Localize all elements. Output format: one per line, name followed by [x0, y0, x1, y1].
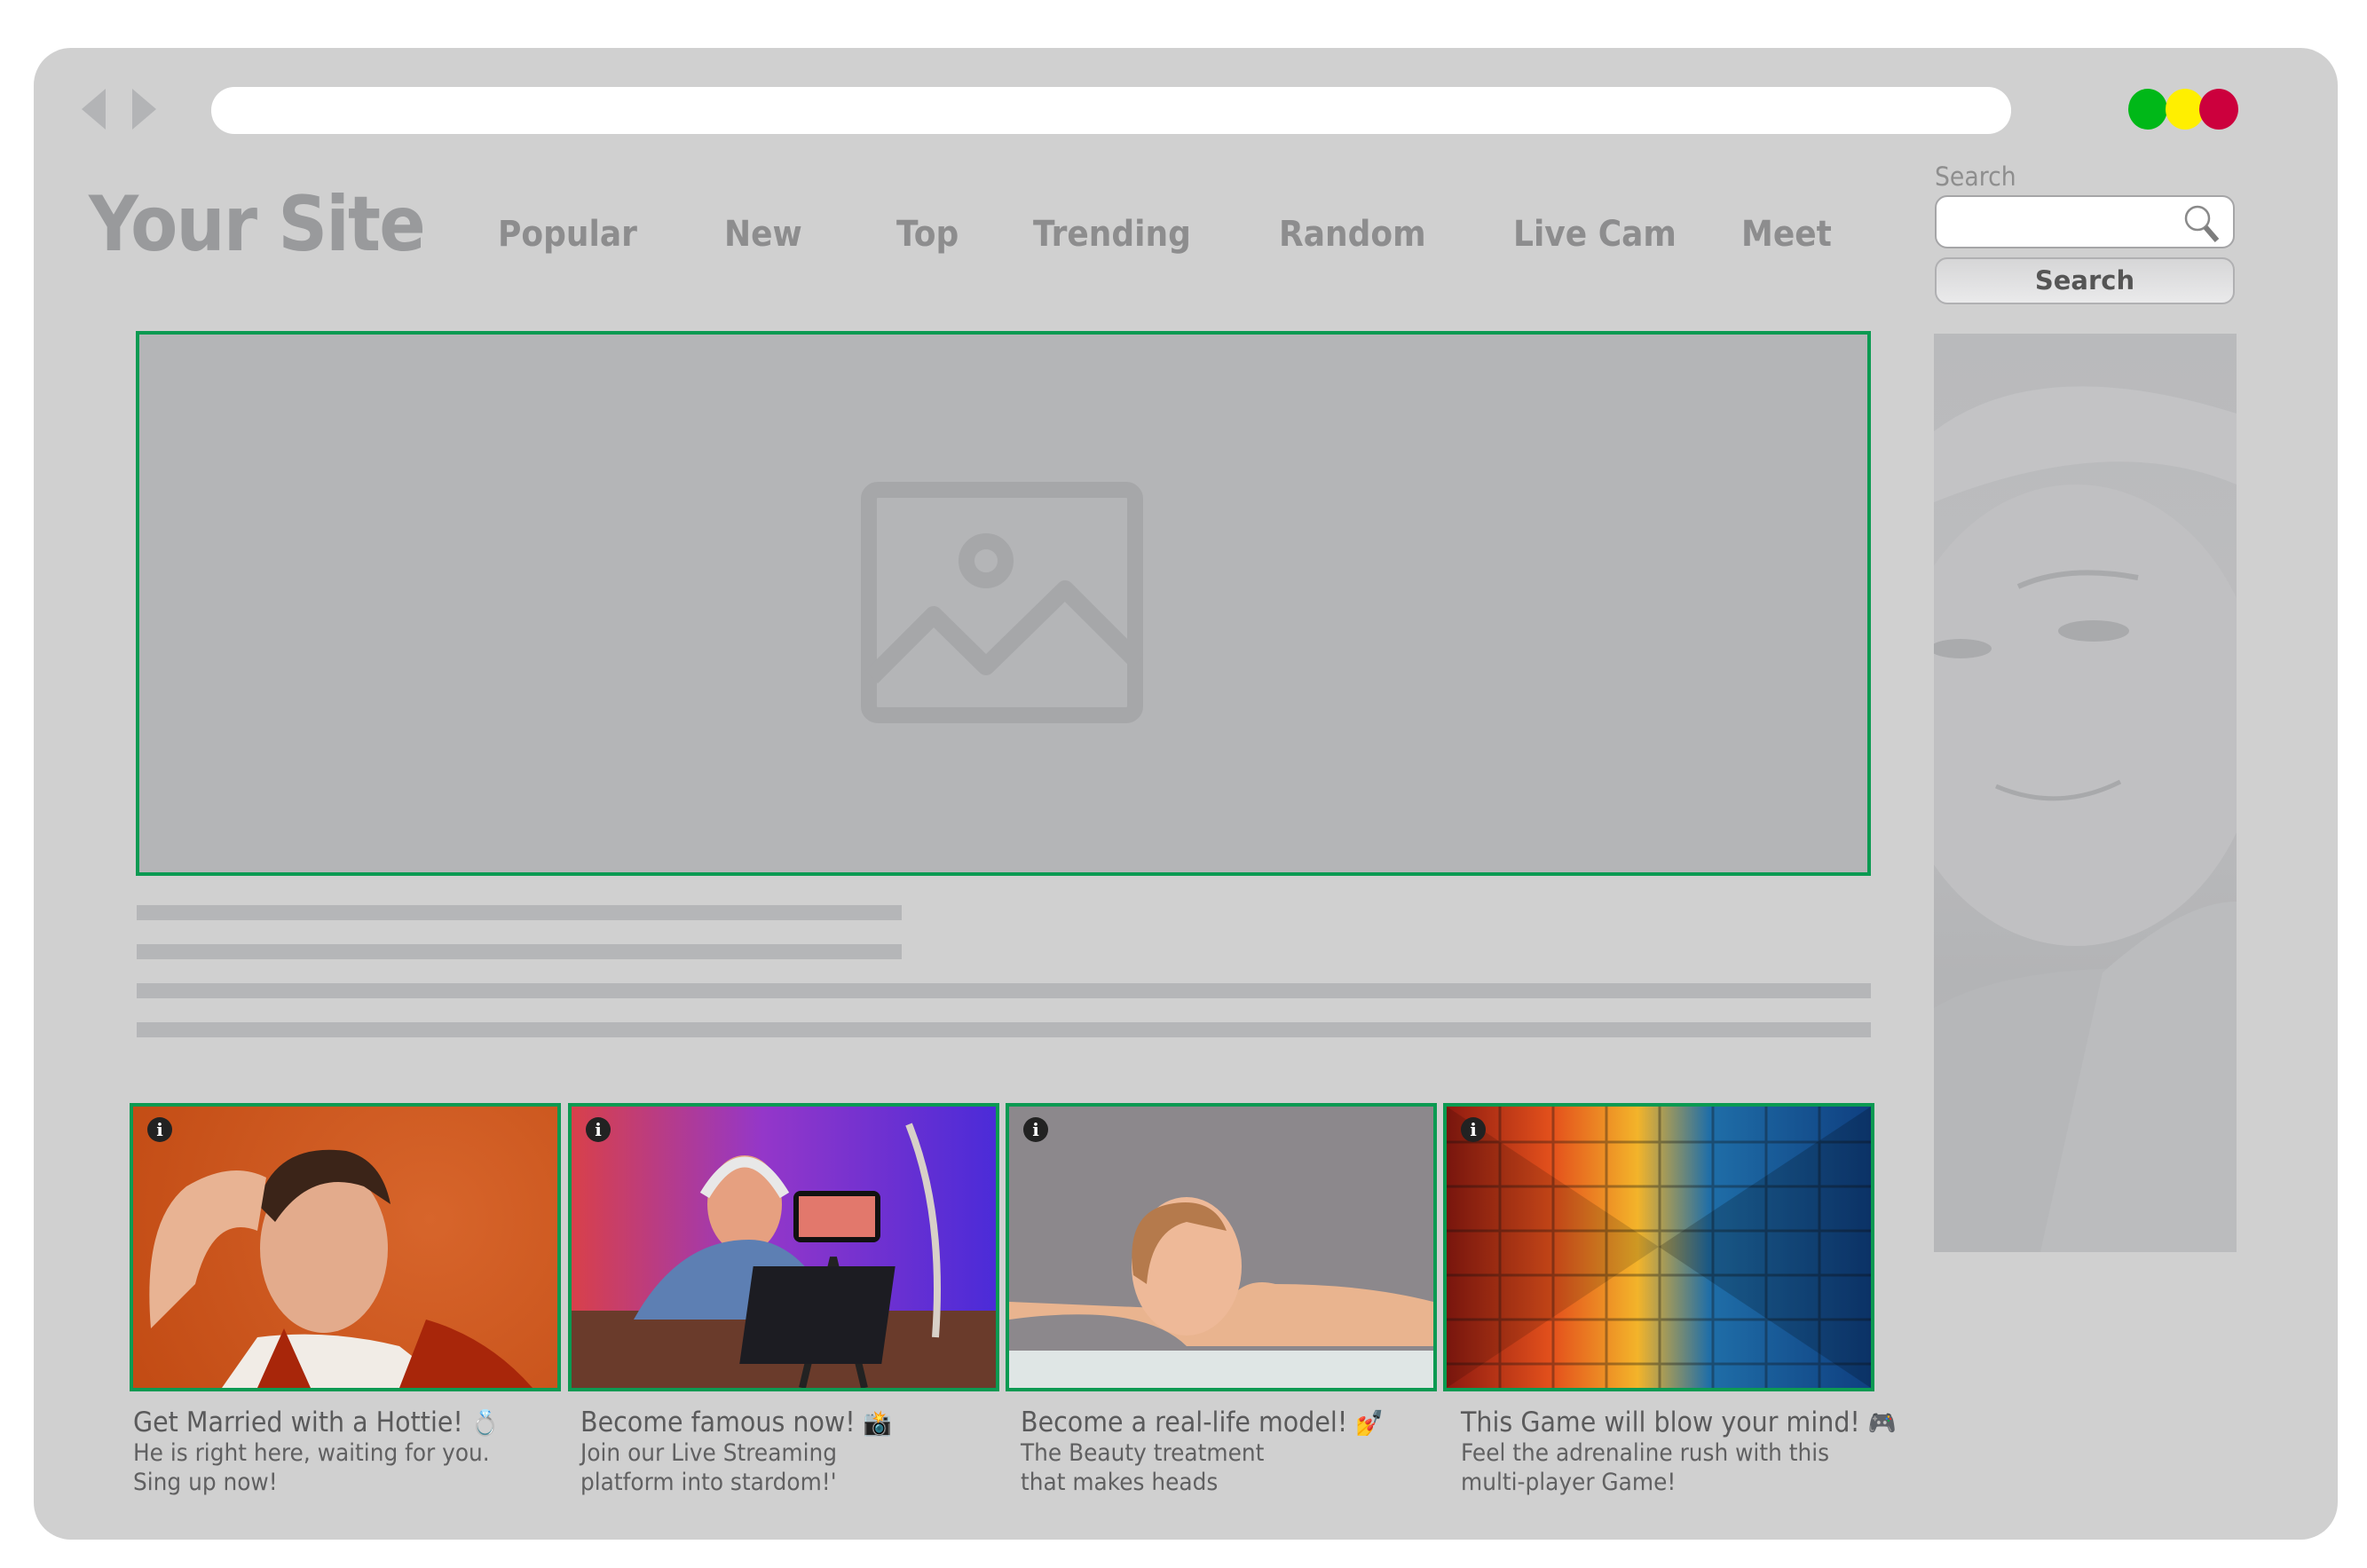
ad-card-caption: Get Married with a Hottie! 💍 He is right…: [133, 1409, 532, 1497]
card-description-line: Sing up now!: [133, 1469, 278, 1496]
search-icon[interactable]: [2180, 202, 2222, 245]
nav-new[interactable]: New: [724, 217, 802, 252]
ad-card-caption: Become famous now! 📸 Join our Live Strea…: [580, 1409, 919, 1497]
nav-popular[interactable]: Popular: [498, 217, 637, 252]
browser-window: Your Site Popular New Top Trending Rando…: [34, 48, 2338, 1540]
text-placeholder-line: [137, 905, 902, 920]
window-control-green[interactable]: [2128, 89, 2167, 130]
card-title[interactable]: Become a real-life model! 💅: [1021, 1409, 1384, 1437]
nav-meet[interactable]: Meet: [1741, 217, 1832, 252]
image-placeholder-icon: [861, 482, 1143, 723]
card-description-line: He is right here, waiting for you.: [133, 1439, 490, 1467]
ad-card-image-married[interactable]: i: [130, 1103, 561, 1391]
text-placeholder-line: [137, 944, 902, 959]
card-description-line: Join our Live Streaming: [580, 1439, 838, 1467]
card-description-line: platform into stardom!': [580, 1469, 837, 1496]
ad-card-caption: Become a real-life model! 💅 The Beauty t…: [1021, 1409, 1416, 1497]
card-photo-man: [149, 1149, 533, 1388]
card-title[interactable]: Get Married with a Hottie! 💍: [133, 1409, 500, 1437]
text-placeholder-line: [137, 983, 1871, 998]
gamepad-icon: 🎮: [1867, 1408, 1898, 1438]
ring-icon: 💍: [470, 1408, 501, 1438]
info-icon[interactable]: i: [1023, 1117, 1048, 1142]
sidebar-ad-portrait: [1934, 386, 2237, 1252]
window-control-red[interactable]: [2199, 89, 2238, 130]
forward-arrow-icon[interactable]: [132, 89, 156, 130]
info-icon[interactable]: i: [147, 1117, 172, 1142]
info-icon[interactable]: i: [1461, 1117, 1486, 1142]
ad-card-image-famous[interactable]: i: [568, 1103, 999, 1391]
card-title[interactable]: This Game will blow your mind! 🎮: [1461, 1409, 1897, 1437]
search-input[interactable]: [1935, 195, 2235, 248]
card-photo-woman: [1009, 1197, 1433, 1388]
card-description-line: multi-player Game!: [1461, 1469, 1677, 1496]
ad-card-image-game[interactable]: i: [1443, 1103, 1874, 1391]
ad-card-image-model[interactable]: i: [1006, 1103, 1437, 1391]
info-icon[interactable]: i: [586, 1117, 611, 1142]
sidebar-ad[interactable]: [1934, 334, 2237, 1252]
search-label: Search: [1935, 162, 2016, 192]
hero-banner[interactable]: [136, 331, 1871, 876]
url-bar[interactable]: [211, 87, 2011, 134]
nav-live-cam[interactable]: Live Cam: [1513, 217, 1677, 252]
back-arrow-icon[interactable]: [82, 89, 106, 130]
nail-polish-icon: 💅: [1355, 1408, 1385, 1438]
card-description-line: Feel the adrenaline rush with this: [1461, 1439, 1830, 1467]
text-placeholder-line: [137, 1022, 1871, 1037]
card-title[interactable]: Become famous now! 📸: [580, 1409, 892, 1437]
card-photo-cubes: [1447, 1107, 1871, 1388]
ad-card-caption: This Game will blow your mind! 🎮 Feel th…: [1461, 1409, 1935, 1497]
card-description-line: that makes heads: [1021, 1469, 1219, 1496]
camera-flash-icon: 📸: [863, 1408, 892, 1438]
nav-top[interactable]: Top: [896, 217, 959, 252]
nav-trending[interactable]: Trending: [1033, 217, 1191, 252]
nav-random[interactable]: Random: [1279, 217, 1426, 252]
card-photo-streamer: [572, 1123, 996, 1388]
search-button[interactable]: Search: [1935, 257, 2235, 304]
site-logo[interactable]: Your Site: [89, 186, 426, 263]
card-description-line: The Beauty treatment: [1021, 1439, 1265, 1467]
